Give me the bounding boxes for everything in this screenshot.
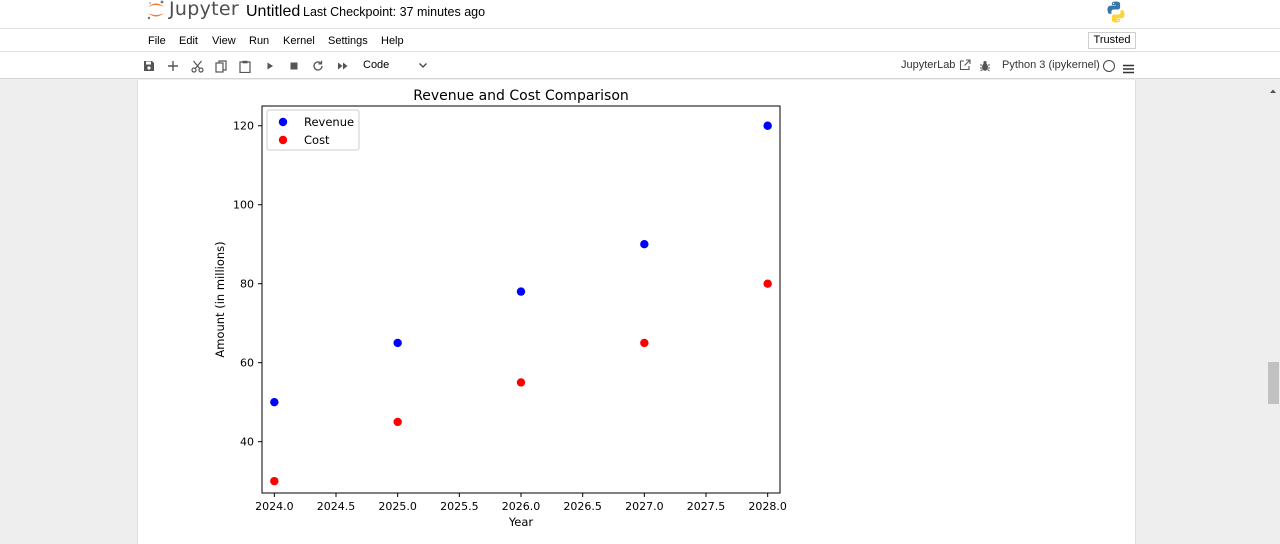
trusted-indicator[interactable]: Trusted (1088, 32, 1136, 49)
copy-icon[interactable] (213, 58, 229, 74)
scrollbar-thumb[interactable] (1268, 362, 1279, 404)
y-tick-label: 40 (240, 436, 254, 449)
x-tick-label: 2024.0 (255, 500, 293, 513)
y-tick-label: 60 (240, 357, 254, 370)
notebook-header: Jupyter Untitled Last Checkpoint: 37 min… (0, 0, 1280, 28)
notebook-toolbar: Code JupyterLab Python 3 (ipykernel) (0, 52, 1280, 79)
data-point-revenue (270, 397, 279, 407)
run-icon[interactable] (262, 58, 278, 74)
menu-settings[interactable]: Settings (328, 35, 368, 47)
x-tick-label: 2025.5 (440, 500, 479, 513)
y-tick-label: 100 (233, 199, 254, 212)
paste-icon[interactable] (237, 58, 253, 74)
x-tick-label: 2025.0 (378, 500, 417, 513)
data-point-cost (516, 378, 526, 387)
legend-marker-cost (278, 135, 288, 145)
jupyterlab-label: JupyterLab (901, 59, 956, 71)
menu-bar: File Edit View Run Kernel Settings Help … (0, 28, 1280, 52)
jupyter-logo-icon (147, 0, 164, 20)
add-cell-icon[interactable] (165, 58, 181, 74)
notebook-panel: Revenue and Cost Comparison 2024.0 2024.5 2… (137, 80, 1136, 544)
external-link-icon (960, 59, 971, 71)
restart-icon[interactable] (310, 58, 326, 74)
save-icon[interactable] (141, 58, 157, 74)
kernel-name[interactable]: Python 3 (ipykernel) (1002, 59, 1100, 71)
chevron-down-icon[interactable] (417, 58, 429, 76)
python-logo-icon (1104, 0, 1128, 29)
x-tick-label: 2026.5 (563, 500, 602, 513)
plot-frame (261, 105, 781, 494)
jupyter-logo[interactable]: Jupyter (146, 0, 239, 24)
data-point-cost (270, 476, 279, 486)
fast-forward-icon[interactable] (335, 58, 351, 74)
data-point-revenue (763, 121, 772, 130)
x-axis-label: Year (508, 515, 534, 529)
y-tick-label: 120 (233, 120, 254, 133)
cut-icon[interactable] (189, 58, 205, 74)
data-point-revenue (640, 240, 649, 249)
notebook-name[interactable]: Untitled (246, 3, 300, 21)
legend-label-revenue: Revenue (304, 115, 354, 129)
jupyter-notebook-window: Jupyter Untitled Last Checkpoint: 37 min… (0, 0, 1280, 544)
scatter-chart: Revenue and Cost Comparison 2024.0 2024.5 2… (213, 88, 787, 529)
y-axis-label: Amount (in millions) (213, 241, 227, 357)
data-point-revenue (393, 338, 402, 348)
menu-file[interactable]: File (148, 35, 166, 47)
menu-edit[interactable]: Edit (179, 35, 198, 47)
legend-label-cost: Cost (304, 133, 330, 147)
x-tick-label: 2024.5 (317, 500, 356, 513)
legend-marker-revenue (278, 117, 288, 127)
x-tick-label: 2026.0 (502, 500, 541, 513)
debugger-bug-icon[interactable] (979, 59, 991, 77)
open-jupyterlab-link[interactable]: JupyterLab (901, 59, 971, 71)
last-checkpoint: Last Checkpoint: 37 minutes ago (303, 5, 486, 19)
data-point-cost (393, 417, 402, 427)
kernel-status-idle-icon (1103, 60, 1115, 72)
menu-view[interactable]: View (212, 35, 236, 47)
menu-help[interactable]: Help (381, 35, 404, 47)
menu-kernel[interactable]: Kernel (283, 35, 315, 47)
scroll-up-arrow-icon[interactable] (1268, 82, 1278, 100)
x-tick-label: 2027.5 (687, 500, 726, 513)
x-tick-label: 2027.0 (625, 500, 664, 513)
cell-type-select[interactable]: Code (363, 59, 389, 71)
menu-run[interactable]: Run (249, 35, 269, 47)
stop-icon[interactable] (286, 58, 302, 74)
data-point-revenue (516, 287, 526, 296)
y-tick-label: 80 (240, 278, 254, 291)
data-point-cost (763, 279, 772, 288)
chart-title: Revenue and Cost Comparison (413, 88, 629, 104)
data-point-cost (640, 338, 649, 348)
hamburger-menu-icon[interactable] (1123, 61, 1134, 79)
jupyter-logo-text: Jupyter (169, 0, 240, 20)
x-tick-label: 2028.0 (748, 500, 787, 513)
